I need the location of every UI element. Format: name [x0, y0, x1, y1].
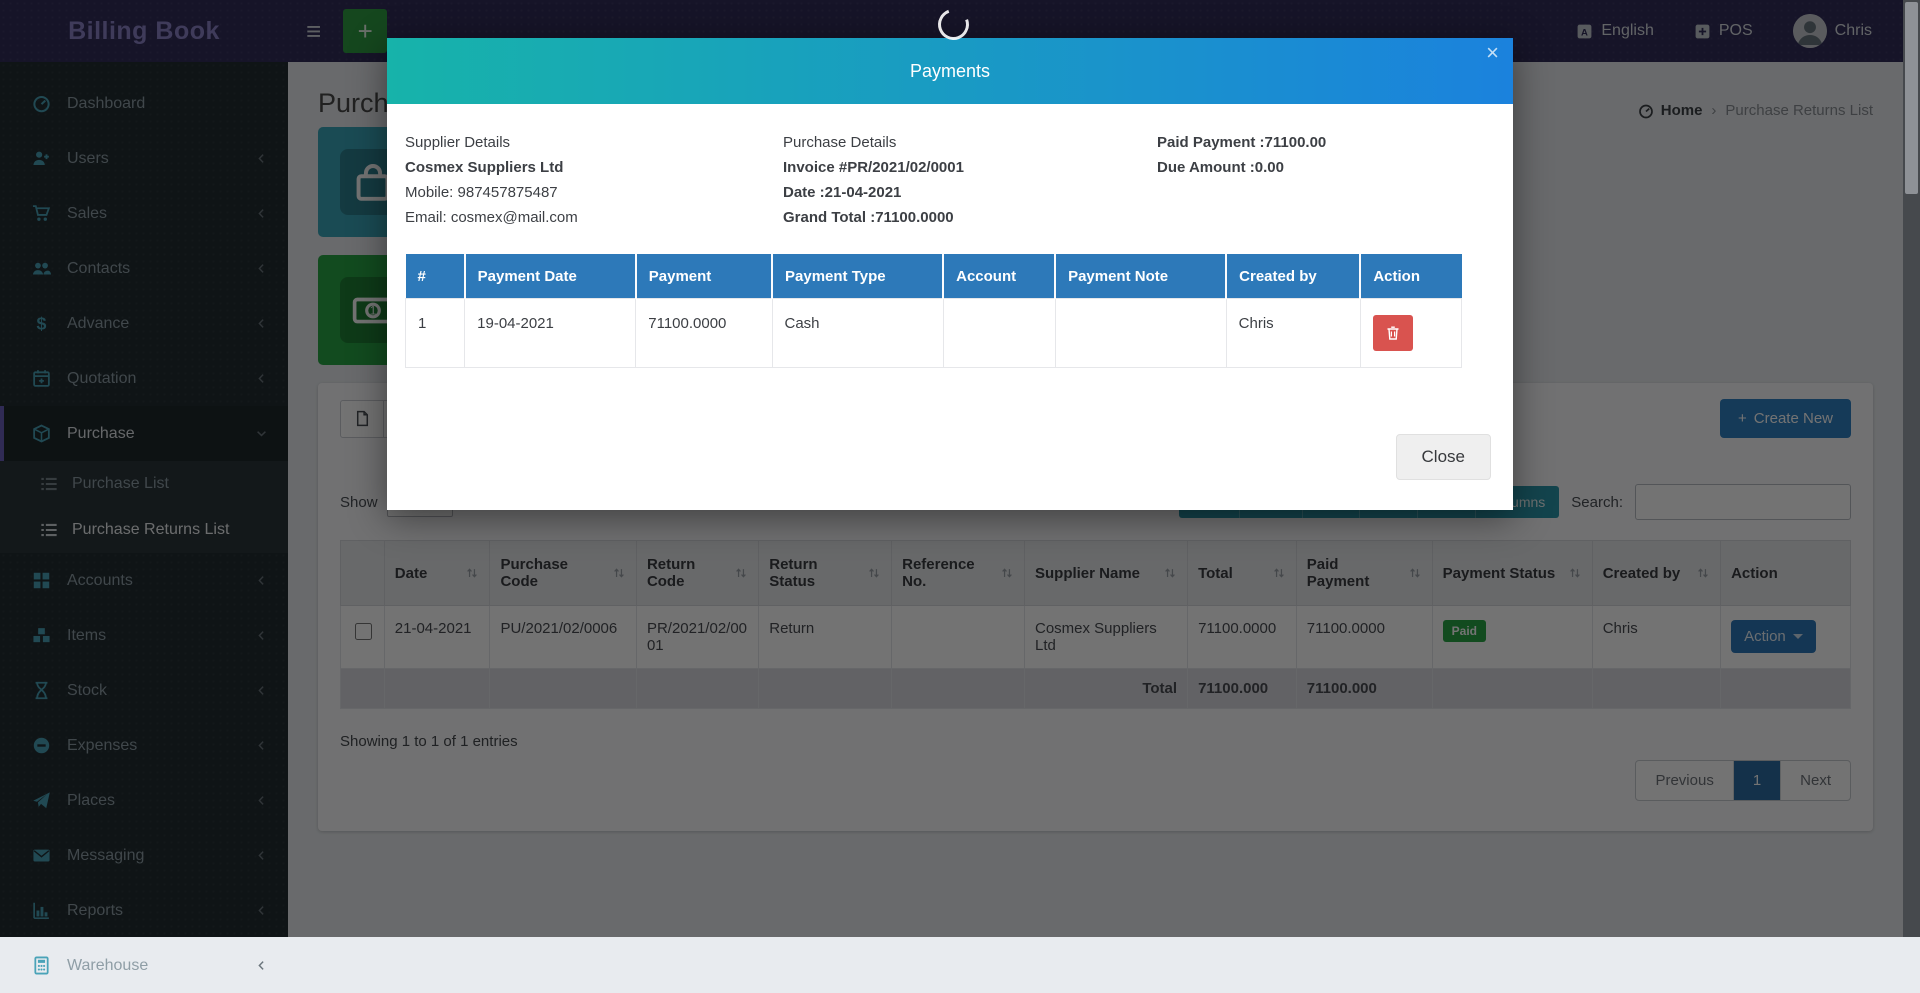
vertical-scrollbar: [1903, 0, 1920, 937]
close-button[interactable]: Close: [1396, 434, 1491, 480]
payment-info: Supplier Details Cosmex Suppliers Ltd Mo…: [405, 130, 1495, 230]
pcol-payment-note: Payment Note: [1055, 254, 1226, 299]
pcol-action: Action: [1360, 254, 1461, 299]
supplier-name: Cosmex Suppliers Ltd: [405, 155, 783, 180]
calculator-icon: [32, 956, 51, 975]
modal-header: Payments ×: [387, 38, 1513, 104]
pcell-payment-note: [1055, 299, 1226, 368]
chevron-left-icon: [255, 959, 268, 972]
pcell-payment-type: Cash: [772, 299, 943, 368]
supplier-mobile: Mobile: 987457875487: [405, 180, 783, 205]
trash-icon: [1385, 325, 1401, 341]
payment-row: 1 19-04-2021 71100.0000 Cash Chris: [406, 299, 1462, 368]
pcol-payment-type: Payment Type: [772, 254, 943, 299]
close-icon[interactable]: ×: [1486, 40, 1499, 66]
pcol-index: #: [406, 254, 465, 299]
pcell-created-by: Chris: [1226, 299, 1360, 368]
payments-table: # Payment Date Payment Payment Type Acco…: [405, 254, 1462, 368]
purchase-details: Purchase Details Invoice #PR/2021/02/000…: [783, 130, 1157, 230]
pcol-payment: Payment: [636, 254, 772, 299]
scrollbar-thumb[interactable]: [1905, 2, 1918, 194]
pcol-created-by: Created by: [1226, 254, 1360, 299]
payment-summary: Paid Payment :71100.00 Due Amount :0.00: [1157, 130, 1326, 230]
sidebar-item-warehouse[interactable]: Warehouse: [0, 938, 288, 993]
supplier-details-heading: Supplier Details: [405, 130, 783, 155]
pcell-payment-date: 19-04-2021: [465, 299, 636, 368]
due-amount: Due Amount :0.00: [1157, 155, 1326, 180]
modal-title: Payments: [910, 61, 990, 82]
grand-total: Grand Total :71100.0000: [783, 205, 1157, 230]
delete-payment-button[interactable]: [1373, 315, 1413, 351]
pcol-account: Account: [943, 254, 1055, 299]
pcell-index: 1: [406, 299, 465, 368]
paid-payment: Paid Payment :71100.00: [1157, 130, 1326, 155]
invoice-number: Invoice #PR/2021/02/0001: [783, 155, 1157, 180]
supplier-email: Email: cosmex@mail.com: [405, 205, 783, 230]
pcol-payment-date: Payment Date: [465, 254, 636, 299]
purchase-date: Date :21-04-2021: [783, 180, 1157, 205]
payments-modal: Payments × Supplier Details Cosmex Suppl…: [387, 38, 1513, 510]
payments-header-row: # Payment Date Payment Payment Type Acco…: [406, 254, 1462, 299]
pcell-account: [943, 299, 1055, 368]
purchase-details-heading: Purchase Details: [783, 130, 1157, 155]
pcell-payment: 71100.0000: [636, 299, 772, 368]
supplier-details: Supplier Details Cosmex Suppliers Ltd Mo…: [405, 130, 783, 230]
